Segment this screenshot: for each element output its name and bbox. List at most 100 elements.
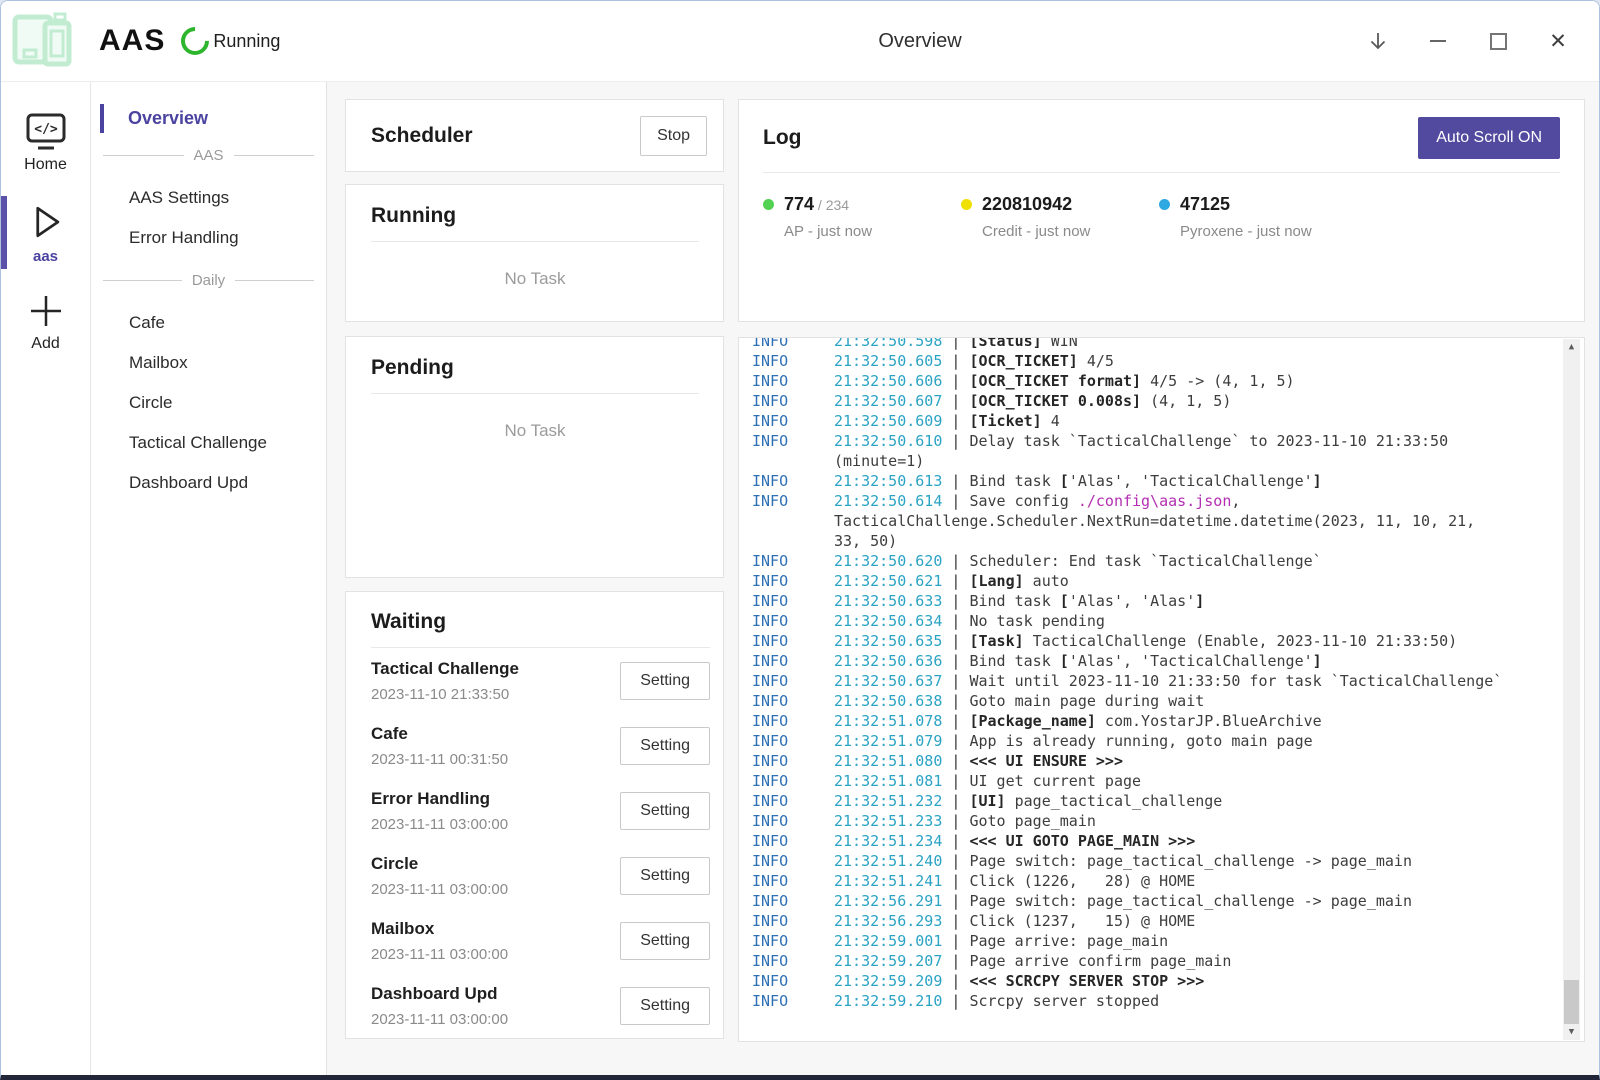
log-timestamp: 21:32:51.234	[834, 832, 942, 850]
hide-to-tray-icon[interactable]	[1365, 28, 1391, 54]
log-timestamp: 21:32:51.241	[834, 872, 942, 890]
log-message: 21:32:50.633 | Bind task ['Alas', 'Alas'…	[834, 591, 1508, 611]
window-frame: AAS Running Overview ✕ </> Home	[0, 0, 1600, 1080]
rail-item-home[interactable]: </> Home	[1, 106, 90, 180]
log-separator: |	[942, 572, 969, 590]
log-message: 21:32:50.609 | [Ticket] 4	[834, 411, 1508, 431]
waiting-task-setting-button[interactable]: Setting	[620, 987, 710, 1025]
log-scrollbar[interactable]: ▲ ▼	[1563, 339, 1580, 1040]
scrollbar-thumb[interactable]	[1564, 980, 1579, 1024]
active-rail-indicator	[1, 196, 7, 269]
log-line: INFO21:32:51.080 | <<< UI ENSURE >>>	[752, 751, 1544, 771]
log-separator: |	[942, 892, 969, 910]
pending-title: Pending	[371, 356, 699, 380]
waiting-task-setting-button[interactable]: Setting	[620, 857, 710, 895]
log-line: INFO21:32:51.232 | [UI] page_tactical_ch…	[752, 791, 1544, 811]
scroll-up-icon[interactable]: ▲	[1563, 340, 1580, 355]
log-separator: |	[942, 632, 969, 650]
svg-text:</>: </>	[34, 122, 58, 137]
log-level: INFO	[752, 791, 834, 811]
sidebar-item-mailbox[interactable]: Mailbox	[91, 343, 326, 383]
log-timestamp: 21:32:59.207	[834, 952, 942, 970]
waiting-card: Waiting Tactical Challenge2023-11-10 21:…	[345, 591, 724, 1039]
waiting-task-info: Cafe2023-11-11 00:31:50	[371, 724, 508, 768]
log-separator: |	[942, 692, 969, 710]
log-level: INFO	[752, 951, 834, 971]
log-text-segment: 'Alas', 'TacticalChallenge'	[1069, 652, 1313, 670]
window-controls: ✕	[1365, 1, 1571, 81]
rail-item-add[interactable]: Add	[1, 285, 90, 359]
log-level: INFO	[752, 811, 834, 831]
stop-button[interactable]: Stop	[640, 116, 707, 156]
scroll-down-icon[interactable]: ▼	[1563, 1025, 1580, 1040]
app-rail: </> Home aas Add	[1, 82, 91, 1075]
rail-label-add: Add	[31, 335, 59, 353]
log-message: 21:32:59.209 | <<< SCRCPY SERVER STOP >>…	[834, 971, 1508, 991]
waiting-task-info: Tactical Challenge2023-11-10 21:33:50	[371, 659, 519, 703]
log-text-segment: auto	[1024, 572, 1069, 590]
close-icon[interactable]: ✕	[1545, 28, 1571, 54]
dashboard-caption: AP - just now	[784, 223, 872, 240]
log-line: INFO21:32:51.081 | UI get current page	[752, 771, 1544, 791]
log-line: INFO21:32:56.293 | Click (1237, 15) @ HO…	[752, 911, 1544, 931]
log-line: INFO21:32:56.291 | Page switch: page_tac…	[752, 891, 1544, 911]
log-separator: |	[942, 652, 969, 670]
waiting-task-setting-button[interactable]: Setting	[620, 662, 710, 700]
log-timestamp: 21:32:50.636	[834, 652, 942, 670]
log-message: 21:32:50.606 | [OCR_TICKET format] 4/5 -…	[834, 371, 1508, 391]
sidebar-item-circle[interactable]: Circle	[91, 383, 326, 423]
log-text-segment: Save config	[969, 492, 1077, 510]
log-text-segment: Page switch: page_tactical_challenge -> …	[969, 852, 1412, 870]
rail-item-aas[interactable]: aas	[1, 194, 90, 271]
maximize-glyph	[1490, 33, 1507, 50]
log-column: Log Auto Scroll ON 774 / 234AP - just no…	[738, 99, 1585, 1075]
log-separator: |	[942, 352, 969, 370]
log-timestamp: 21:32:51.233	[834, 812, 942, 830]
log-timestamp: 21:32:56.291	[834, 892, 942, 910]
log-level: INFO	[752, 931, 834, 951]
minimize-icon[interactable]	[1425, 28, 1451, 54]
log-message: 21:32:51.232 | [UI] page_tactical_challe…	[834, 791, 1508, 811]
log-message: 21:32:50.607 | [OCR_TICKET 0.008s] (4, 1…	[834, 391, 1508, 411]
log-timestamp: 21:32:50.606	[834, 372, 942, 390]
log-text-segment: ]	[1313, 472, 1322, 490]
log-message: 21:32:50.637 | Wait until 2023-11-10 21:…	[834, 671, 1508, 691]
log-message: 21:32:50.634 | No task pending	[834, 611, 1508, 631]
log-timestamp: 21:32:50.605	[834, 352, 942, 370]
sidebar-item-tactical-challenge[interactable]: Tactical Challenge	[91, 423, 326, 463]
sidebar-item-cafe[interactable]: Cafe	[91, 303, 326, 343]
log-level: INFO	[752, 631, 834, 651]
log-level: INFO	[752, 851, 834, 871]
log-level: INFO	[752, 411, 834, 431]
waiting-task-setting-button[interactable]: Setting	[620, 922, 710, 960]
log-message: 21:32:59.210 | Scrcpy server stopped	[834, 991, 1508, 1011]
log-message: 21:32:56.291 | Page switch: page_tactica…	[834, 891, 1508, 911]
waiting-title: Waiting	[371, 610, 710, 634]
log-line: INFO21:32:50.635 | [Task] TacticalChalle…	[752, 631, 1544, 651]
sidebar-item-aas-settings[interactable]: AAS Settings	[91, 178, 326, 218]
log-line: INFO21:32:50.609 | [Ticket] 4	[752, 411, 1544, 431]
log-timestamp: 21:32:51.078	[834, 712, 942, 730]
auto-scroll-button[interactable]: Auto Scroll ON	[1418, 117, 1560, 159]
log-message: 21:32:50.610 | Delay task `TacticalChall…	[834, 431, 1508, 471]
log-timestamp: 21:32:50.634	[834, 612, 942, 630]
sidebar-item-error-handling[interactable]: Error Handling	[91, 218, 326, 258]
sidebar-item-overview[interactable]: Overview	[100, 104, 326, 133]
log-level: INFO	[752, 351, 834, 371]
log-timestamp: 21:32:50.635	[834, 632, 942, 650]
log-line: INFO21:32:50.606 | [OCR_TICKET format] 4…	[752, 371, 1544, 391]
rail-label-home: Home	[24, 156, 67, 174]
log-text-segment: 'Alas', 'Alas'	[1069, 592, 1195, 610]
log-separator: |	[942, 612, 969, 630]
log-message: 21:32:51.080 | <<< UI ENSURE >>>	[834, 751, 1508, 771]
dashboard-row: 774 / 234AP - just now220810942Credit - …	[763, 194, 1560, 240]
log-line: INFO21:32:51.240 | Page switch: page_tac…	[752, 851, 1544, 871]
sidebar-item-dashboard-upd[interactable]: Dashboard Upd	[91, 463, 326, 503]
maximize-icon[interactable]	[1485, 28, 1511, 54]
log-output[interactable]: INFO21:32:50.598 | [Status] WININFO21:32…	[738, 337, 1585, 1042]
log-text-segment: 4/5	[1078, 352, 1114, 370]
waiting-task-setting-button[interactable]: Setting	[620, 727, 710, 765]
log-header-row: Log Auto Scroll ON	[763, 117, 1560, 159]
waiting-task-info: Circle2023-11-11 03:00:00	[371, 854, 508, 898]
waiting-task-setting-button[interactable]: Setting	[620, 792, 710, 830]
